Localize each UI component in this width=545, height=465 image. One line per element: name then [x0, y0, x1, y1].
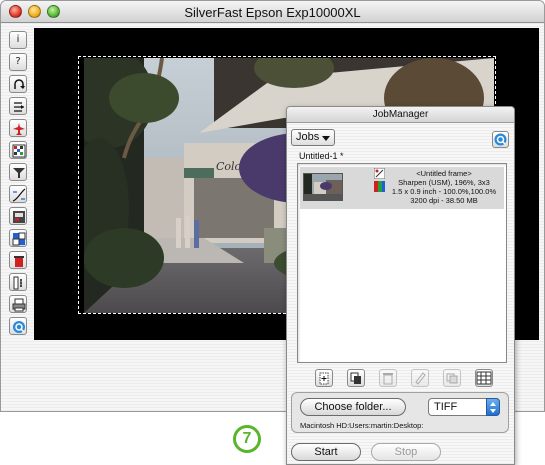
print-button[interactable] [9, 295, 27, 313]
color-icon [13, 211, 25, 223]
job-size: 1.5 x 0.9 inch - 100.0%,100.0% [391, 187, 497, 196]
file-format-value: TIFF [434, 401, 458, 413]
edit-icon [415, 372, 426, 385]
stop-button[interactable]: Stop [371, 443, 441, 461]
gradation-icon [12, 188, 26, 202]
filter-button[interactable] [9, 163, 27, 181]
gradation-button[interactable] [9, 185, 27, 203]
undo-button[interactable] [9, 75, 27, 93]
output-folder-path: Macintosh HD:Users:martin:Desktop: [300, 421, 424, 430]
job-manager-title-bar[interactable]: JobManager [287, 107, 514, 123]
duplicate-job-button[interactable] [347, 369, 365, 387]
trash-icon [14, 256, 24, 267]
filter-icon [374, 168, 385, 179]
info-button[interactable]: i [9, 31, 27, 49]
job-toolbar [315, 369, 501, 389]
color-icon [374, 181, 385, 192]
expert-button[interactable] [9, 273, 27, 291]
jobs-menu[interactable]: Jobs [291, 129, 335, 146]
info-icon: i [16, 34, 20, 45]
window-title: SilverFast Epson Exp10000XL [184, 5, 361, 20]
densitometer-icon [14, 102, 24, 112]
airplane-button[interactable] [9, 119, 27, 137]
job-frame-name: <Untitled frame> [416, 169, 472, 178]
job-manager-title: JobManager [372, 109, 429, 120]
job-list[interactable]: <Untitled frame> Sharpen (USM), 196%, 3x… [297, 163, 507, 363]
desktop: SilverFast Epson Exp10000XL i ? Colona 7… [0, 0, 545, 465]
color-button[interactable] [9, 207, 27, 225]
expert-icon [13, 276, 22, 290]
edit-job-button[interactable] [411, 369, 429, 387]
job-manager-help-button[interactable] [492, 131, 509, 148]
batch-icon [476, 371, 492, 385]
jobs-menu-label: Jobs [296, 131, 320, 143]
job-resolution: 3200 dpi - 38.50 MB [410, 196, 478, 205]
job-manager-window: JobManager Jobs Untitled-1 * <Untitled f… [286, 106, 515, 465]
grid-button[interactable] [9, 141, 27, 159]
chevron-down-icon [322, 136, 330, 141]
job-details: <Untitled frame> Sharpen (USM), 196%, 3x… [386, 169, 502, 205]
densitometer-button[interactable] [9, 97, 27, 115]
job-filter: Sharpen (USM), 196%, 3x3 [398, 178, 490, 187]
batch-job-button[interactable] [475, 369, 493, 387]
new-job-button[interactable] [315, 369, 333, 387]
job-thumbnail [303, 173, 343, 201]
print-icon [12, 298, 26, 312]
new-job-icon [319, 372, 329, 385]
copy-job-button[interactable] [443, 369, 461, 387]
filter-icon [13, 168, 25, 178]
start-button[interactable]: Start [291, 443, 361, 461]
copy-icon [446, 373, 458, 384]
selective-color-button[interactable] [9, 229, 27, 247]
document-title: Untitled-1 * [299, 151, 344, 161]
tool-palette: i ? [9, 31, 29, 339]
step-number-badge: 7 [233, 425, 261, 453]
selective-color-icon [12, 232, 26, 246]
grid-icon [12, 144, 26, 158]
output-settings-panel: Choose folder... TIFF Macintosh HD:Users… [291, 392, 509, 433]
help-icon: ? [15, 56, 21, 67]
help-button[interactable]: ? [9, 53, 27, 71]
stepper-arrows-icon [486, 398, 500, 416]
job-row[interactable]: <Untitled frame> Sharpen (USM), 196%, 3x… [300, 167, 504, 209]
silverfast-icon [13, 321, 25, 333]
undo-icon [14, 79, 25, 89]
silverfast-button[interactable] [9, 317, 27, 335]
duplicate-icon [350, 372, 361, 384]
choose-folder-button[interactable]: Choose folder... [300, 398, 406, 416]
delete-job-button[interactable] [379, 369, 397, 387]
trash-button[interactable] [9, 251, 27, 269]
file-format-select[interactable]: TIFF [428, 398, 500, 416]
trash-icon [383, 373, 393, 385]
title-bar[interactable]: SilverFast Epson Exp10000XL [1, 1, 544, 23]
airplane-icon [13, 123, 25, 135]
silverfast-icon [494, 133, 507, 146]
